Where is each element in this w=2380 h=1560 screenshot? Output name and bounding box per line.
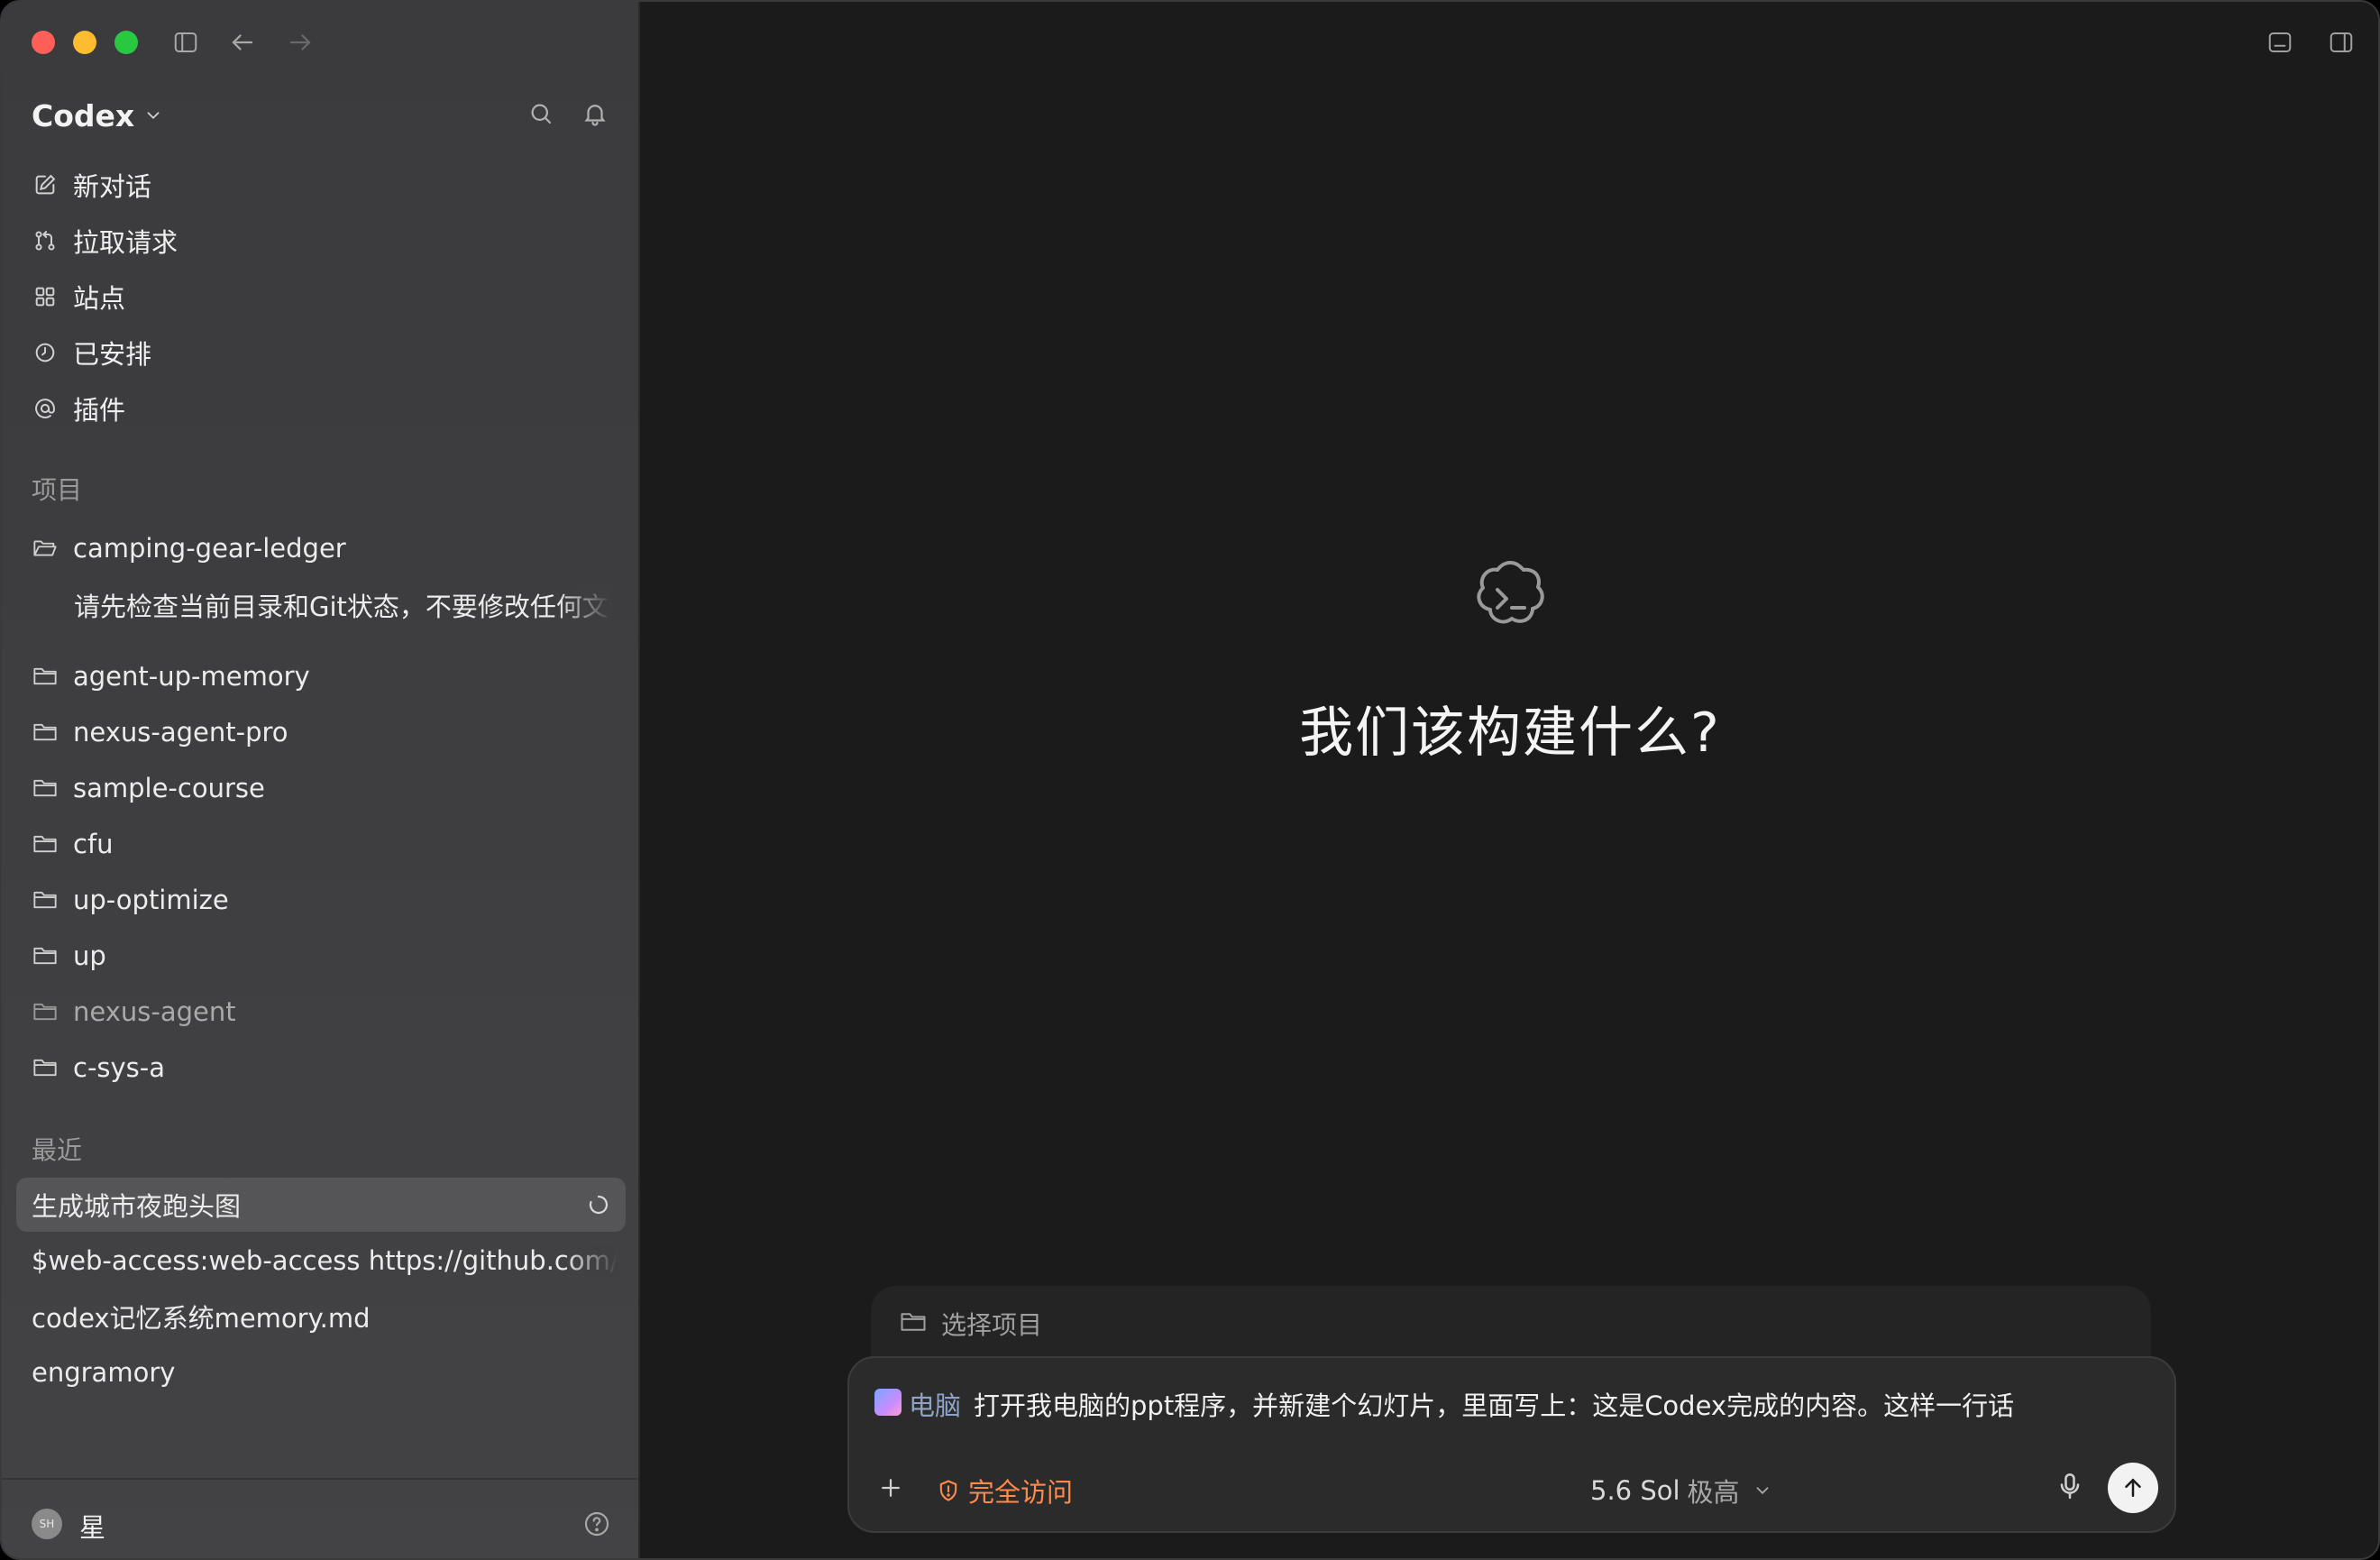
folder-open-icon — [32, 535, 59, 562]
folder-icon — [32, 998, 59, 1025]
minimize-window-button[interactable] — [73, 31, 96, 54]
sidebar-toggle-icon[interactable] — [170, 27, 201, 58]
microphone-icon[interactable] — [2054, 1470, 2086, 1502]
project-item[interactable]: nexus-agent-pro — [32, 711, 288, 754]
app-window: Codex 新对话 拉取请求 站点 已安排 插件 项目 camping-gear… — [0, 0, 2380, 1560]
folder-icon — [32, 830, 59, 858]
projects-header: 项目 — [32, 475, 83, 505]
recent-item-active[interactable]: 生成城市夜跑头图 — [16, 1178, 626, 1232]
prompt-input[interactable]: 打开我电脑的ppt程序，并新建个幻灯片，里面写上：这是Codex完成的内容。这样… — [974, 1385, 2014, 1423]
pull-request-icon — [32, 227, 59, 254]
project-item[interactable]: c-sys-a — [32, 1046, 165, 1089]
folder-icon — [32, 1054, 59, 1081]
workspace-switcher[interactable]: Codex — [32, 96, 163, 135]
send-button[interactable] — [2108, 1463, 2158, 1513]
forward-arrow-icon[interactable] — [285, 27, 316, 58]
recent-item[interactable]: codex记忆系统memory.md — [16, 1289, 626, 1344]
nav-sites[interactable]: 站点 — [32, 274, 125, 319]
folder-icon — [32, 942, 59, 969]
computer-app-icon — [874, 1389, 902, 1416]
model-selector[interactable]: 5.6 Sol 极高 — [1590, 1472, 1772, 1510]
back-arrow-icon[interactable] — [227, 27, 258, 58]
folder-icon — [901, 1313, 926, 1331]
folder-icon — [32, 775, 59, 802]
clock-icon — [32, 339, 59, 366]
search-icon[interactable] — [525, 97, 557, 130]
computer-chip[interactable]: 电脑 — [909, 1385, 961, 1423]
close-window-button[interactable] — [32, 31, 55, 54]
access-mode-button[interactable]: 完全访问 — [936, 1472, 1073, 1510]
recent-item[interactable]: $web-access:web-access https://github.co… — [16, 1234, 626, 1288]
app-title: Codex — [32, 97, 135, 133]
main-panel: 我们该构建什么? 选择项目 电脑 打开我电脑的ppt程序，并新建个幻灯片，里面写… — [640, 2, 2378, 1558]
user-name[interactable]: 星 — [79, 1507, 105, 1545]
arrow-up-icon — [2125, 1478, 2141, 1497]
help-icon[interactable] — [582, 1510, 611, 1538]
project-item[interactable]: up — [32, 934, 106, 977]
folder-icon — [32, 886, 59, 913]
loading-spinner-icon — [589, 1195, 609, 1215]
nav-scheduled[interactable]: 已安排 — [32, 330, 151, 375]
add-attachment-button[interactable] — [871, 1468, 911, 1508]
maximize-window-button[interactable] — [114, 31, 138, 54]
codex-logo-icon — [1477, 561, 1544, 624]
plus-icon — [882, 1479, 900, 1497]
avatar[interactable]: SH — [32, 1509, 62, 1539]
project-item[interactable]: up-optimize — [32, 878, 229, 922]
composer[interactable]: 电脑 打开我电脑的ppt程序，并新建个幻灯片，里面写上：这是Codex完成的内容… — [847, 1356, 2176, 1533]
bell-icon[interactable] — [579, 97, 611, 130]
project-item[interactable]: agent-up-memory — [32, 655, 310, 698]
nav-new-chat[interactable]: 新对话 — [32, 162, 151, 207]
edit-icon — [32, 171, 59, 198]
terminal-panel-icon[interactable] — [2266, 29, 2295, 58]
project-item[interactable]: cfu — [32, 822, 114, 866]
project-item[interactable]: sample-course — [32, 766, 265, 810]
nav-plugins[interactable]: 插件 — [32, 386, 125, 431]
chevron-down-icon — [147, 112, 160, 120]
at-icon — [32, 395, 59, 422]
project-picker[interactable]: 选择项目 — [871, 1286, 2151, 1358]
folder-icon — [32, 719, 59, 746]
recent-header: 最近 — [32, 1135, 83, 1165]
nav-pull-requests[interactable]: 拉取请求 — [32, 218, 178, 263]
hero-title: 我们该构建什么? — [1299, 702, 1721, 765]
folder-icon — [32, 663, 59, 690]
chevron-down-icon — [1756, 1487, 1768, 1495]
sidebar-footer: SH 星 — [2, 1478, 638, 1558]
recent-item[interactable]: engramory — [16, 1345, 626, 1399]
project-item[interactable]: camping-gear-ledger — [32, 527, 346, 570]
project-item[interactable]: nexus-agent — [32, 990, 236, 1033]
project-thread-item[interactable]: 请先检查当前目录和Git状态，不要修改任何文件 — [74, 586, 611, 624]
sidebar: Codex 新对话 拉取请求 站点 已安排 插件 项目 camping-gear… — [2, 2, 640, 1558]
right-panel-toggle-icon[interactable] — [2328, 29, 2357, 58]
grid-icon — [32, 283, 59, 310]
warning-icon — [939, 1480, 957, 1501]
